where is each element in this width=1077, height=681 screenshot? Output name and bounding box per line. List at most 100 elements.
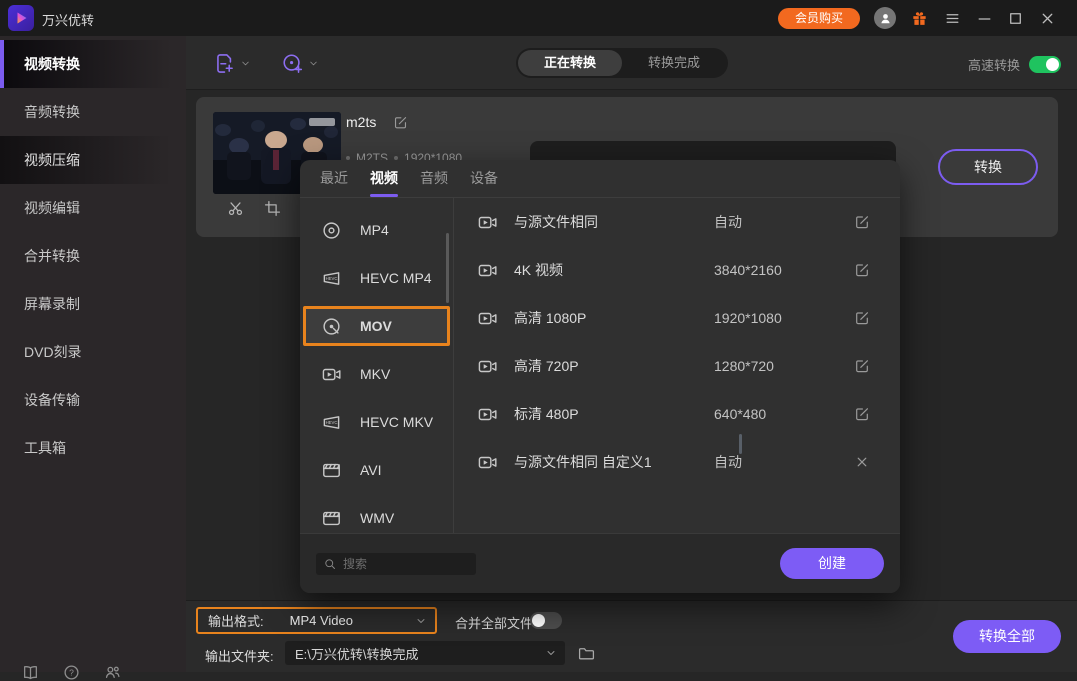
sidebar-item-video-compress[interactable]: 视频压缩 (0, 136, 186, 184)
chevron-down-icon[interactable] (240, 58, 251, 69)
edit-icon[interactable] (854, 358, 870, 374)
sidebar-item-audio-convert[interactable]: 音频转换 (0, 88, 186, 136)
rename-edit-icon[interactable] (393, 115, 408, 130)
output-bar: 输出格式: MP4 Video 合并全部文件 输出文件夹: E:\万兴优转\转换… (186, 600, 1077, 672)
tab-finished[interactable]: 转换完成 (622, 50, 726, 76)
convert-all-button[interactable]: 转换全部 (953, 620, 1061, 653)
picker-tab-audio[interactable]: 音频 (420, 160, 448, 197)
open-folder-icon[interactable] (578, 645, 595, 662)
chevron-down-icon[interactable] (415, 615, 427, 627)
app-logo (8, 5, 34, 31)
preset-name: 与源文件相同 (514, 214, 598, 230)
preset-name: 高清 720P (514, 358, 579, 374)
disc-icon (322, 221, 341, 240)
format-label: MOV (360, 318, 392, 334)
edit-icon[interactable] (854, 310, 870, 326)
high-speed-toggle[interactable] (1029, 56, 1061, 73)
format-item-mkv[interactable]: MKV (300, 350, 453, 398)
sidebar-item-merge-convert[interactable]: 合并转换 (0, 232, 186, 280)
output-format-label: 输出格式: (208, 614, 264, 629)
tab-converting[interactable]: 正在转换 (518, 50, 623, 76)
format-picker-panel: 最近 视频 音频 设备 MP4 HEVC MP4 MOV MKV HEVC MK… (300, 160, 900, 593)
camcorder-icon (478, 261, 497, 280)
person-icon (878, 11, 893, 26)
edit-icon[interactable] (854, 406, 870, 422)
menu-icon[interactable] (944, 10, 961, 27)
camcorder-icon (478, 357, 497, 376)
sidebar-item-dvd-burn[interactable]: DVD刻录 (0, 328, 186, 376)
format-item-hevc-mp4[interactable]: HEVC MP4 (300, 254, 453, 302)
sidebar-item-screen-record[interactable]: 屏幕录制 (0, 280, 186, 328)
toolbar: 正在转换 转换完成 高速转换 (186, 36, 1077, 90)
camcorder-icon (478, 405, 497, 424)
format-list-scrollbar[interactable] (446, 233, 449, 303)
preset-1080p[interactable]: 高清 1080P 1920*1080 (454, 294, 900, 342)
sidebar-item-video-convert[interactable]: 视频转换 (0, 40, 186, 88)
search-box[interactable] (316, 553, 498, 575)
format-item-hevc-mkv[interactable]: HEVC MKV (300, 398, 453, 446)
format-item-mov[interactable]: MOV (303, 306, 450, 346)
trim-scissors-icon[interactable] (227, 200, 244, 217)
camcorder-icon (322, 365, 341, 384)
help-icon[interactable] (63, 664, 80, 681)
search-input[interactable] (343, 557, 498, 571)
preset-custom-1[interactable]: 与源文件相同 自定义1 自动 (454, 438, 900, 486)
camcorder-icon (478, 213, 497, 232)
member-purchase-button[interactable]: 会员购买 (778, 8, 860, 29)
hevc-icon (322, 413, 341, 432)
preset-4k[interactable]: 4K 视频 3840*2160 (454, 246, 900, 294)
gift-icon[interactable] (911, 10, 928, 27)
sidebar-footer (22, 664, 121, 681)
edit-icon[interactable] (854, 262, 870, 278)
search-icon (324, 558, 336, 570)
output-format-control[interactable]: 输出格式: MP4 Video (196, 607, 437, 634)
preset-list-scrollbar[interactable] (739, 434, 742, 454)
convert-button[interactable]: 转换 (938, 149, 1038, 185)
format-item-mp4[interactable]: MP4 (300, 206, 453, 254)
preset-value: 自动 (714, 214, 742, 230)
chevron-down-icon[interactable] (545, 647, 557, 659)
create-button[interactable]: 创建 (780, 548, 884, 579)
community-icon[interactable] (104, 664, 121, 681)
output-folder-select[interactable]: E:\万兴优转\转换完成 (285, 641, 565, 665)
format-label: MP4 (360, 222, 389, 238)
minimize-icon[interactable] (976, 10, 993, 27)
picker-tab-device[interactable]: 设备 (470, 160, 498, 197)
picker-tab-video[interactable]: 视频 (370, 160, 398, 197)
guide-book-icon[interactable] (22, 664, 39, 681)
preset-value: 640*480 (714, 406, 767, 422)
picker-tab-recent[interactable]: 最近 (320, 160, 348, 197)
merge-all-toggle[interactable] (530, 612, 562, 629)
account-avatar[interactable] (874, 7, 896, 29)
preset-name: 4K 视频 (514, 262, 564, 278)
quicktime-icon (322, 317, 341, 336)
sidebar-item-toolbox[interactable]: 工具箱 (0, 424, 186, 472)
preset-value: 1280*720 (714, 358, 774, 374)
format-label: HEVC MKV (360, 414, 434, 430)
sidebar-item-device-transfer[interactable]: 设备传输 (0, 376, 186, 424)
preset-value: 3840*2160 (714, 262, 782, 278)
preset-name: 与源文件相同 自定义1 (514, 454, 652, 470)
preset-720p[interactable]: 高清 720P 1280*720 (454, 342, 900, 390)
status-tabs: 正在转换 转换完成 (516, 48, 729, 78)
picker-footer: 创建 (300, 533, 900, 593)
output-format-value: MP4 Video (289, 613, 353, 628)
remove-icon[interactable] (854, 454, 870, 470)
output-folder-label: 输出文件夹: (205, 649, 274, 664)
edit-icon[interactable] (854, 214, 870, 230)
title-bar: 万兴优转 会员购买 (0, 0, 1077, 36)
preset-name: 标清 480P (514, 406, 579, 422)
preset-480p[interactable]: 标清 480P 640*480 (454, 390, 900, 438)
high-speed-control: 高速转换 (968, 55, 1061, 74)
format-label: HEVC MP4 (360, 270, 432, 286)
crop-icon[interactable] (264, 200, 281, 217)
maximize-icon[interactable] (1007, 10, 1024, 27)
chevron-down-icon[interactable] (308, 58, 319, 69)
add-file-button[interactable] (214, 53, 251, 74)
preset-name: 高清 1080P (514, 310, 587, 326)
add-disc-button[interactable] (282, 53, 319, 74)
close-icon[interactable] (1039, 10, 1056, 27)
preset-same-as-source[interactable]: 与源文件相同 自动 (454, 198, 900, 246)
format-item-avi[interactable]: AVI (300, 446, 453, 494)
sidebar-item-video-edit[interactable]: 视频编辑 (0, 184, 186, 232)
